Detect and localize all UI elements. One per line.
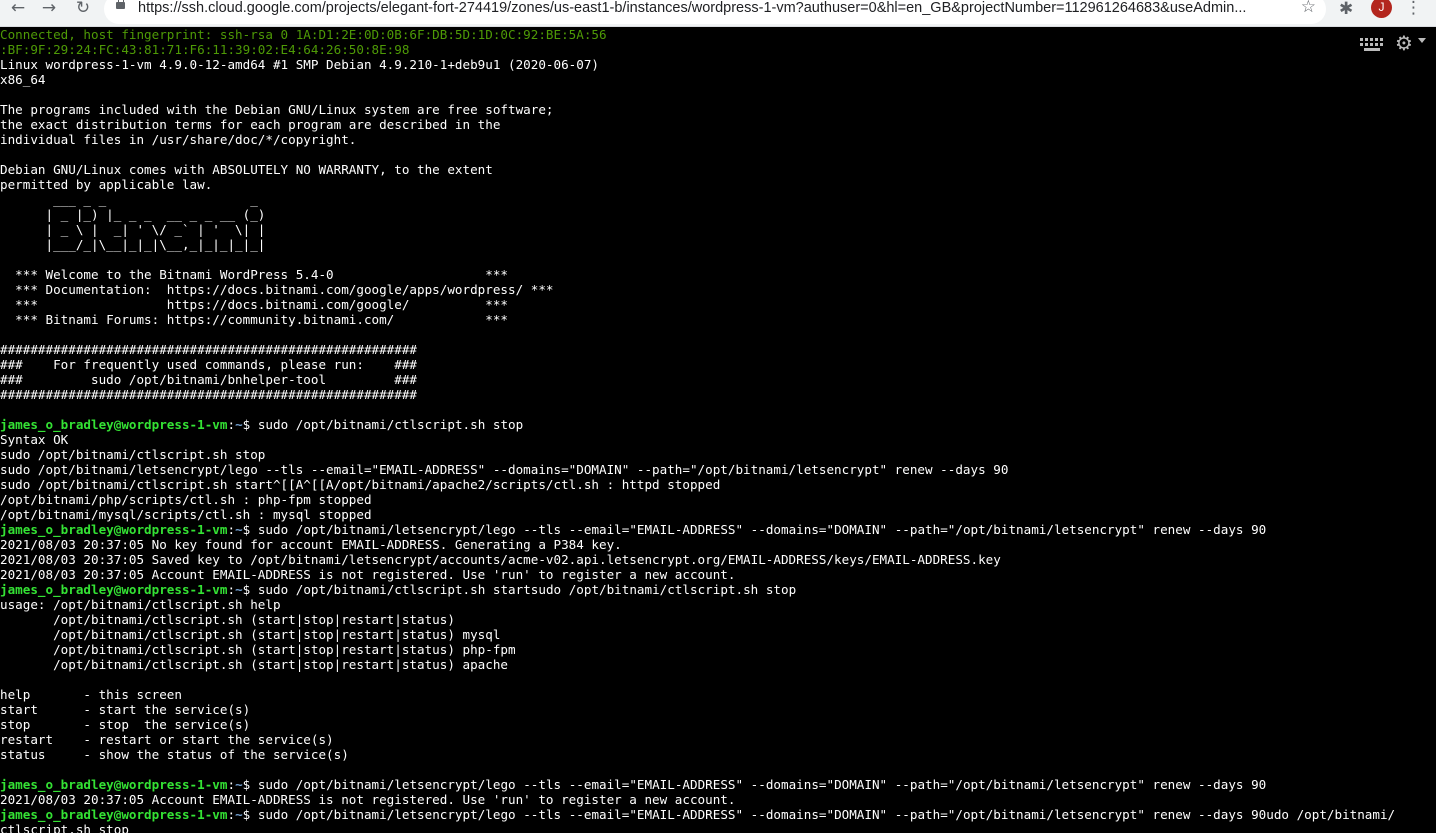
dropdown-caret-icon[interactable] [1418, 38, 1426, 43]
output-line: the exact distribution terms for each pr… [0, 117, 501, 132]
output-line: help - this screen [0, 687, 182, 702]
profile-avatar[interactable]: J [1371, 0, 1392, 18]
prompt-colon: : [227, 807, 236, 822]
command-line: james_o_bradley@wordpress-1-vm:~$ sudo /… [0, 522, 1436, 537]
output-line: restart - restart or start the service(s… [0, 732, 334, 747]
browser-menu-icon[interactable]: ⋮ [1405, 0, 1422, 18]
output-line: /opt/bitnami/ctlscript.sh (start|stop|re… [0, 657, 508, 672]
reload-icon[interactable]: ↻ [72, 0, 94, 20]
output-line: ########################################… [0, 342, 418, 357]
output-line: *** Bitnami Forums: https://community.bi… [0, 312, 508, 327]
output-line: *** Welcome to the Bitnami WordPress 5.4… [0, 267, 508, 282]
prompt-path: ~ [235, 417, 243, 432]
output-line: ### sudo /opt/bitnami/bnhelper-tool ### [0, 372, 418, 387]
command-text: sudo /opt/bitnami/letsencrypt/lego --tls… [257, 807, 1396, 822]
output-line: 2021/08/03 20:37:05 Account EMAIL-ADDRES… [0, 567, 736, 582]
command-text: sudo /opt/bitnami/letsencrypt/lego --tls… [257, 777, 1267, 792]
output-line: sudo /opt/bitnami/ctlscript.sh stop [0, 447, 266, 462]
back-arrow-icon[interactable]: ← [7, 0, 29, 20]
output-line: status - show the status of the service(… [0, 747, 349, 762]
output-line: start - start the service(s) [0, 702, 251, 717]
output-line: |___/_|\__|_|_|\__,_|_|_|_|_| [0, 237, 266, 252]
output-line: ########################################… [0, 387, 418, 402]
output-line: The programs included with the Debian GN… [0, 102, 554, 117]
output-line: ___ _ _ _ [0, 192, 258, 207]
command-line: james_o_bradley@wordpress-1-vm:~$ sudo /… [0, 807, 1436, 822]
output-line: /opt/bitnami/php/scripts/ctl.sh : php-fp… [0, 492, 372, 507]
lock-icon[interactable] [116, 0, 125, 9]
browser-toolbar: ← → ↻ https://ssh.cloud.google.com/proje… [0, 0, 1436, 27]
prompt-symbol: $ [242, 807, 258, 822]
prompt-user-host: james_o_bradley@wordpress-1-vm [0, 522, 228, 537]
connection-info-line: Connected, host fingerprint: ssh-rsa 0 1… [0, 27, 607, 42]
output-line: Debian GNU/Linux comes with ABSOLUTELY N… [0, 162, 493, 177]
prompt-user-host: james_o_bradley@wordpress-1-vm [0, 417, 228, 432]
prompt-path: ~ [235, 807, 243, 822]
address-bar[interactable]: https://ssh.cloud.google.com/projects/el… [104, 0, 1326, 24]
output-line: ### For frequently used commands, please… [0, 357, 418, 372]
output-line: /opt/bitnami/ctlscript.sh (start|stop|re… [0, 627, 501, 642]
extensions-puzzle-icon[interactable]: ✱ [1339, 0, 1353, 19]
prompt-colon: : [227, 582, 236, 597]
output-line: sudo /opt/bitnami/letsencrypt/lego --tls… [0, 462, 1009, 477]
connection-info-line: :BF:9F:29:24:FC:43:81:71:F6:11:39:02:E4:… [0, 42, 410, 57]
output-line: | _ \ | _| ' \/ _` | ' \| | [0, 222, 266, 237]
output-line: stop - stop the service(s) [0, 717, 251, 732]
output-line: /opt/bitnami/ctlscript.sh (start|stop|re… [0, 612, 455, 627]
prompt-user-host: james_o_bradley@wordpress-1-vm [0, 582, 228, 597]
terminal-output: Connected, host fingerprint: ssh-rsa 0 1… [0, 27, 1436, 833]
prompt-user-host: james_o_bradley@wordpress-1-vm [0, 777, 228, 792]
bookmark-star-icon[interactable]: ☆ [1301, 0, 1316, 17]
prompt-colon: : [227, 777, 236, 792]
output-line: Linux wordpress-1-vm 4.9.0-12-amd64 #1 S… [0, 57, 599, 72]
prompt-path: ~ [235, 522, 243, 537]
command-line: james_o_bradley@wordpress-1-vm:~$ sudo /… [0, 582, 1436, 597]
prompt-symbol: $ [242, 522, 258, 537]
forward-arrow-icon[interactable]: → [38, 0, 60, 20]
output-line: *** Documentation: https://docs.bitnami.… [0, 282, 554, 297]
command-text: sudo /opt/bitnami/ctlscript.sh startsudo… [257, 582, 797, 597]
settings-gear-icon[interactable]: ⚙ [1395, 32, 1413, 54]
command-text: sudo /opt/bitnami/letsencrypt/lego --tls… [257, 522, 1267, 537]
prompt-colon: : [227, 522, 236, 537]
output-line: x86_64 [0, 72, 46, 87]
output-line: 2021/08/03 20:37:05 Account EMAIL-ADDRES… [0, 792, 736, 807]
keyboard-icon[interactable] [1360, 38, 1384, 52]
output-line: individual files in /usr/share/doc/*/cop… [0, 132, 357, 147]
prompt-symbol: $ [242, 777, 258, 792]
output-line: /opt/bitnami/ctlscript.sh (start|stop|re… [0, 642, 516, 657]
prompt-symbol: $ [242, 582, 258, 597]
prompt-colon: : [227, 417, 236, 432]
output-line: | _ |_) |_ _ _ __ _ _ __ (_) [0, 207, 266, 222]
output-line: permitted by applicable law. [0, 177, 213, 192]
output-line: *** https://docs.bitnami.com/google/ *** [0, 297, 508, 312]
output-line: usage: /opt/bitnami/ctlscript.sh help [0, 597, 281, 612]
output-line: sudo /opt/bitnami/ctlscript.sh start^[[A… [0, 477, 721, 492]
url-text[interactable]: https://ssh.cloud.google.com/projects/el… [138, 0, 1288, 16]
command-line: james_o_bradley@wordpress-1-vm:~$ sudo /… [0, 417, 1436, 432]
prompt-symbol: $ [242, 417, 258, 432]
prompt-path: ~ [235, 582, 243, 597]
output-line: Syntax OK [0, 432, 69, 447]
ssh-terminal[interactable]: Connected, host fingerprint: ssh-rsa 0 1… [0, 27, 1436, 833]
prompt-path: ~ [235, 777, 243, 792]
output-line: 2021/08/03 20:37:05 Saved key to /opt/bi… [0, 552, 1001, 567]
command-text: sudo /opt/bitnami/ctlscript.sh stop [257, 417, 524, 432]
output-line: ctlscript.sh stop [0, 822, 129, 833]
prompt-user-host: james_o_bradley@wordpress-1-vm [0, 807, 228, 822]
output-line: /opt/bitnami/mysql/scripts/ctl.sh : mysq… [0, 507, 372, 522]
output-line: 2021/08/03 20:37:05 No key found for acc… [0, 537, 622, 552]
command-line: james_o_bradley@wordpress-1-vm:~$ sudo /… [0, 777, 1436, 792]
